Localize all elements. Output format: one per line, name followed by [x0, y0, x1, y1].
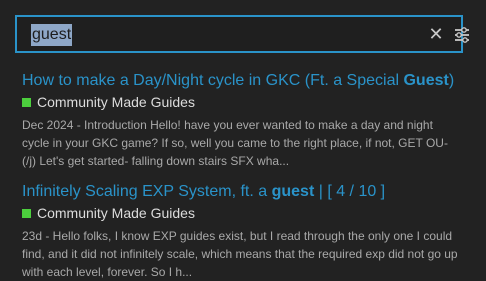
result-category: Community Made Guides: [22, 204, 462, 222]
result-title-text: Infinitely Scaling EXP System, ft. a: [22, 183, 272, 200]
search-filter-button[interactable]: [453, 26, 471, 44]
search-input[interactable]: guest: [31, 24, 73, 46]
close-icon: ✕: [428, 24, 444, 44]
result-category: Community Made Guides: [22, 93, 462, 111]
result-title-text: How to make a Day/Night cycle in GKC (Ft…: [22, 72, 404, 89]
result-title-link[interactable]: How to make a Day/Night cycle in GKC (Ft…: [22, 71, 462, 91]
search-bar[interactable]: guest ✕: [15, 15, 469, 53]
search-result-item: Infinitely Scaling EXP System, ft. a gue…: [22, 182, 462, 281]
result-title-link[interactable]: Infinitely Scaling EXP System, ft. a gue…: [22, 182, 462, 202]
result-title-text-end: ): [448, 72, 455, 89]
sliders-icon: [455, 27, 469, 43]
category-color-swatch: [22, 208, 31, 218]
result-excerpt: Dec 2024 - Introduction Hello! have you …: [22, 118, 448, 168]
result-title-highlight: guest: [271, 183, 315, 200]
category-color-swatch: [22, 97, 31, 107]
category-label: Community Made Guides: [37, 94, 195, 110]
result-title-highlight: Guest: [403, 72, 449, 89]
search-value: guest: [31, 24, 73, 46]
result-title-text-end: | [ 4 / 10 ]: [314, 183, 386, 200]
clear-search-button[interactable]: ✕: [427, 25, 445, 43]
search-results: How to make a Day/Night cycle in GKC (Ft…: [22, 71, 462, 281]
category-label: Community Made Guides: [37, 205, 195, 221]
result-excerpt: 23d - Hello folks, I know EXP guides exi…: [22, 229, 458, 279]
search-result-item: How to make a Day/Night cycle in GKC (Ft…: [22, 71, 462, 170]
